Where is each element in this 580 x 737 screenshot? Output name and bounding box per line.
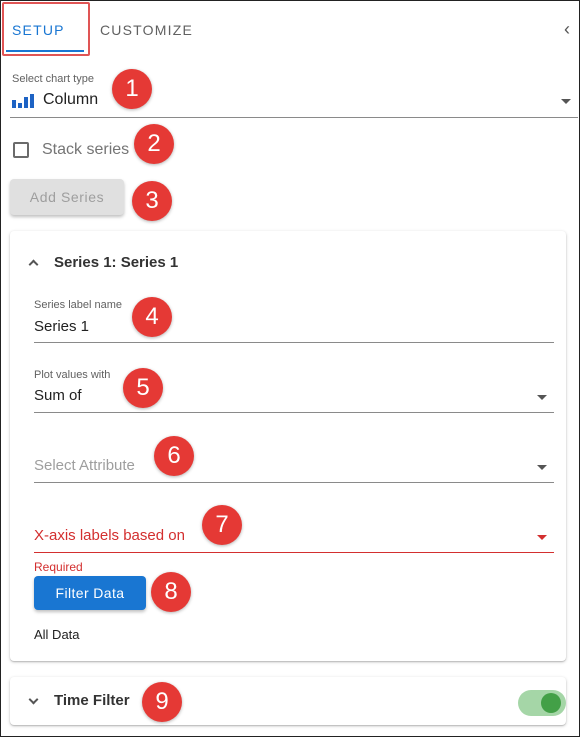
plot-values-dropdown-icon[interactable] <box>537 395 547 400</box>
chart-type-value[interactable]: Column <box>43 91 98 109</box>
select-attribute-dropdown-icon[interactable] <box>537 465 547 470</box>
series-label-name-underline <box>34 342 554 343</box>
plot-values-select[interactable]: Sum of <box>34 387 82 404</box>
time-filter-toggle-thumb[interactable] <box>541 693 561 713</box>
annotation-marker-4: 4 <box>132 297 172 337</box>
series-label-name-label: Series label name <box>34 299 123 311</box>
select-attribute-underline <box>34 482 554 483</box>
tab-customize[interactable]: CUSTOMIZE <box>100 22 193 38</box>
annotation-marker-1: 1 <box>112 69 152 109</box>
filter-data-button[interactable]: Filter Data <box>34 576 146 610</box>
xaxis-dropdown-icon[interactable] <box>537 535 547 540</box>
tab-setup[interactable]: SETUP <box>12 22 65 38</box>
time-filter-title[interactable]: Time Filter <box>54 692 130 709</box>
stack-series-label: Stack series <box>42 141 130 158</box>
column-chart-icon <box>12 94 34 108</box>
annotation-marker-2: 2 <box>134 124 174 164</box>
chart-type-dropdown-icon[interactable] <box>561 99 571 104</box>
series-label-name-input[interactable]: Series 1 <box>34 318 89 335</box>
annotation-marker-6: 6 <box>154 436 194 476</box>
xaxis-underline <box>34 552 554 553</box>
annotation-marker-3: 3 <box>132 181 172 221</box>
series-panel-title[interactable]: Series 1: Series 1 <box>54 254 178 271</box>
chevron-left-icon[interactable]: ‹ <box>564 19 570 40</box>
chart-type-label: Select chart type <box>12 73 94 85</box>
active-tab-indicator <box>6 50 84 52</box>
xaxis-required-helper: Required <box>34 560 83 574</box>
plot-values-label: Plot values with <box>34 369 111 381</box>
plot-values-underline <box>34 412 554 413</box>
annotation-marker-5: 5 <box>123 368 163 408</box>
annotation-marker-8: 8 <box>151 572 191 612</box>
select-attribute-field[interactable]: Select Attribute <box>34 457 135 474</box>
filter-summary-text: All Data <box>34 627 80 642</box>
annotation-marker-9: 9 <box>142 682 182 722</box>
xaxis-labels-field[interactable]: X-axis labels based on <box>34 527 185 544</box>
add-series-button[interactable]: Add Series <box>10 179 124 215</box>
annotation-marker-7: 7 <box>202 505 242 545</box>
stack-series-checkbox[interactable] <box>13 142 29 158</box>
chart-type-underline <box>10 117 578 118</box>
